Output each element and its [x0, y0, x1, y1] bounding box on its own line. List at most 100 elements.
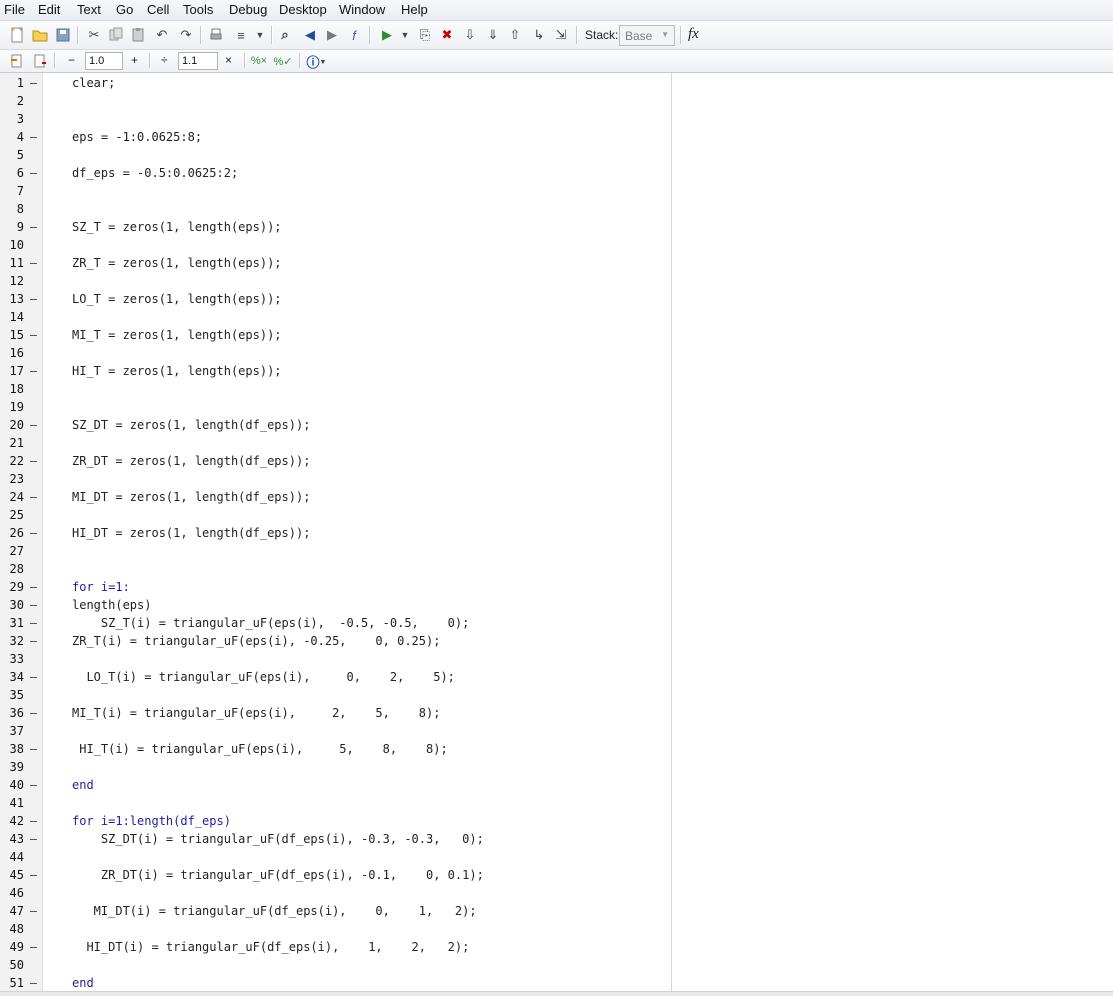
code-line[interactable]: 22 ZR_DT = zeros(1, length(df_eps));	[0, 451, 1113, 469]
code-line[interactable]: 47 MI_DT(i) = triangular_uF(df_eps(i), 0…	[0, 901, 1113, 919]
uncomment-icon[interactable]: %✓	[274, 53, 293, 69]
breakpoint-marker[interactable]	[30, 587, 37, 588]
code-line[interactable]: 14	[0, 307, 1113, 325]
code-text[interactable]: length(eps)	[72, 598, 151, 612]
open-folder-icon[interactable]	[32, 27, 48, 43]
code-line[interactable]: 1 clear;	[0, 73, 1113, 91]
code-text[interactable]: LO_T = zeros(1, length(eps));	[72, 292, 282, 306]
editor-pane[interactable]: 1 clear; 2 3 4 eps = -1:0.0625:8; 5 6 df_eps = -…	[0, 73, 1113, 991]
breakpoint-marker[interactable]	[30, 497, 37, 498]
code-line[interactable]: 39	[0, 757, 1113, 775]
code-text[interactable]: for i=1:length(df_eps)	[72, 814, 231, 828]
horizontal-scrollbar[interactable]	[0, 991, 1113, 996]
code-line[interactable]: 36 MI_T(i) = triangular_uF(eps(i), 2, 5, …	[0, 703, 1113, 721]
breakpoint-marker[interactable]	[30, 371, 37, 372]
breakpoint-marker[interactable]	[30, 83, 37, 84]
code-line[interactable]: 43 SZ_DT(i) = triangular_uF(df_eps(i), -…	[0, 829, 1113, 847]
code-text[interactable]: LO_T(i) = triangular_uF(eps(i), 0, 2, 5)…	[72, 670, 454, 684]
breakpoint-marker[interactable]	[30, 533, 37, 534]
code-text[interactable]: SZ_DT(i) = triangular_uF(df_eps(i), -0.3…	[72, 832, 484, 846]
divide-button[interactable]: ÷	[161, 53, 168, 67]
breakpoint-marker[interactable]	[30, 947, 37, 948]
breakpoint-marker[interactable]	[30, 875, 37, 876]
code-text[interactable]: end	[72, 778, 94, 792]
evaluate-cell-icon[interactable]	[32, 53, 48, 69]
code-line[interactable]: 30 length(eps)	[0, 595, 1113, 613]
code-text[interactable]: df_eps = -0.5:0.0625:2;	[72, 166, 238, 180]
code-line[interactable]: 42 for i=1:length(df_eps)	[0, 811, 1113, 829]
step-in-icon[interactable]: ⇓	[485, 27, 501, 43]
debug-step-icon[interactable]: ⎘	[417, 27, 433, 43]
breakpoint-marker[interactable]	[30, 785, 37, 786]
menu-cell[interactable]: Cell	[147, 2, 169, 17]
print-icon[interactable]	[208, 27, 224, 43]
chevron-down-icon[interactable]: ▼	[255, 27, 265, 43]
code-line[interactable]: 17 HI_T = zeros(1, length(eps));	[0, 361, 1113, 379]
function-icon[interactable]: f	[346, 27, 362, 43]
breakpoint-marker[interactable]	[30, 713, 37, 714]
breakpoint-marker[interactable]	[30, 605, 37, 606]
code-text[interactable]: HI_T = zeros(1, length(eps));	[72, 364, 282, 378]
code-text[interactable]: SZ_T(i) = triangular_uF(eps(i), -0.5, -0…	[72, 616, 469, 630]
code-line[interactable]: 44	[0, 847, 1113, 865]
cut-icon[interactable]: ✂	[86, 27, 102, 43]
code-text[interactable]: SZ_T = zeros(1, length(eps));	[72, 220, 282, 234]
breakpoint-marker[interactable]	[30, 461, 37, 462]
function-button[interactable]: fx	[688, 26, 699, 43]
menu-window[interactable]: Window	[339, 2, 385, 17]
code-text[interactable]: end	[72, 976, 94, 990]
code-line[interactable]: 35	[0, 685, 1113, 703]
code-line[interactable]: 9 SZ_T = zeros(1, length(eps));	[0, 217, 1113, 235]
code-line[interactable]: 11 ZR_T = zeros(1, length(eps));	[0, 253, 1113, 271]
breakpoint-marker[interactable]	[30, 227, 37, 228]
code-text[interactable]: for i=1:	[72, 580, 130, 594]
code-text[interactable]: HI_DT(i) = triangular_uF(df_eps(i), 1, 2…	[72, 940, 469, 954]
menu-go[interactable]: Go	[116, 2, 133, 17]
code-line[interactable]: 12	[0, 271, 1113, 289]
menu-file[interactable]: File	[4, 2, 25, 17]
breakpoint-marker[interactable]	[30, 299, 37, 300]
breakpoint-marker[interactable]	[30, 821, 37, 822]
code-line[interactable]: 15 MI_T = zeros(1, length(eps));	[0, 325, 1113, 343]
code-line[interactable]: 38 HI_T(i) = triangular_uF(eps(i), 5, 8,…	[0, 739, 1113, 757]
code-text[interactable]: ZR_T = zeros(1, length(eps));	[72, 256, 282, 270]
run-icon[interactable]: ▶	[379, 27, 395, 43]
breakpoint-marker[interactable]	[30, 173, 37, 174]
continue-icon[interactable]: ↳	[531, 27, 547, 43]
breakpoint-marker[interactable]	[30, 335, 37, 336]
undo-icon[interactable]: ↶	[154, 27, 170, 43]
breakpoint-marker[interactable]	[30, 263, 37, 264]
menu-desktop[interactable]: Desktop	[279, 2, 327, 17]
code-line[interactable]: 40 end	[0, 775, 1113, 793]
menu-debug[interactable]: Debug	[229, 2, 267, 17]
multiply-button[interactable]: ×	[225, 53, 232, 67]
code-line[interactable]: 24 MI_DT = zeros(1, length(df_eps));	[0, 487, 1113, 505]
breakpoint-marker[interactable]	[30, 623, 37, 624]
code-text[interactable]: clear;	[72, 76, 115, 90]
menu-help[interactable]: Help	[401, 2, 428, 17]
menu-text[interactable]: Text	[77, 2, 101, 17]
code-text[interactable]: ZR_T(i) = triangular_uF(eps(i), -0.25, 0…	[72, 634, 440, 648]
menu-tools[interactable]: Tools	[183, 2, 213, 17]
breakpoint-marker[interactable]	[30, 137, 37, 138]
code-line[interactable]: 4 eps = -1:0.0625:8;	[0, 127, 1113, 145]
find-icon[interactable]: ⌕	[277, 27, 293, 43]
code-line[interactable]: 13 LO_T = zeros(1, length(eps));	[0, 289, 1113, 307]
code-line[interactable]: 33	[0, 649, 1113, 667]
code-line[interactable]: 8	[0, 199, 1113, 217]
code-line[interactable]: 37	[0, 721, 1113, 739]
insert-cell-icon[interactable]	[9, 53, 25, 69]
code-line[interactable]: 46	[0, 883, 1113, 901]
code-text[interactable]: MI_T(i) = triangular_uF(eps(i), 2, 5, 8)…	[72, 706, 440, 720]
breakpoint-marker[interactable]	[30, 839, 37, 840]
new-file-icon[interactable]	[9, 27, 25, 43]
code-line[interactable]: 29 for i=1:	[0, 577, 1113, 595]
paste-icon[interactable]	[130, 27, 146, 43]
code-text[interactable]: ZR_DT(i) = triangular_uF(df_eps(i), -0.1…	[72, 868, 484, 882]
code-text[interactable]: MI_DT = zeros(1, length(df_eps));	[72, 490, 310, 504]
step-out-icon[interactable]: ⇧	[507, 27, 523, 43]
code-line[interactable]: 21	[0, 433, 1113, 451]
breakpoint-marker[interactable]	[30, 677, 37, 678]
increment-value-input[interactable]: 1.0	[85, 52, 123, 70]
code-line[interactable]: 5	[0, 145, 1113, 163]
